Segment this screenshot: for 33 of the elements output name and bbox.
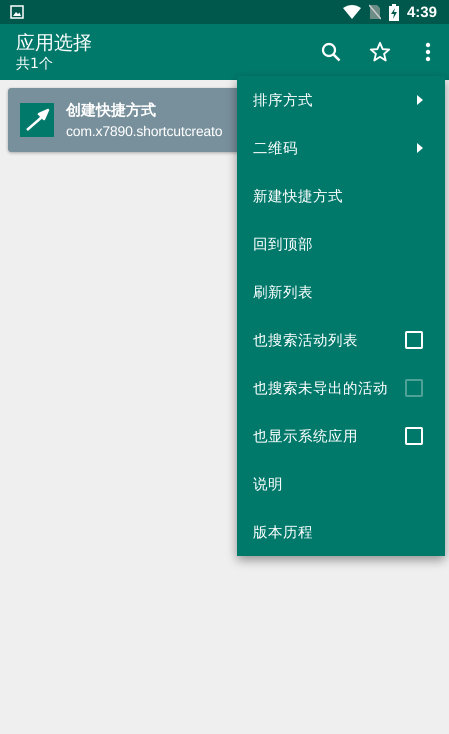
menu-label: 排序方式 [253,92,314,110]
menu-label: 也搜索未导出的活动 [253,380,389,398]
menu-label: 说明 [253,476,284,494]
checkbox[interactable] [405,331,423,349]
menu-item[interactable]: 新建快捷方式 [237,172,445,220]
image-icon [10,5,24,19]
menu-label: 版本历程 [253,524,314,542]
menu-label: 回到顶部 [253,236,314,254]
star-icon[interactable] [369,41,391,63]
menu-label: 也搜索活动列表 [253,332,359,350]
menu-item[interactable]: 回到顶部 [237,220,445,268]
menu-item[interactable]: 刷新列表 [237,268,445,316]
submenu-arrow-icon [417,95,423,105]
menu-label: 刷新列表 [253,284,314,302]
menu-label: 也显示系统应用 [253,428,359,446]
submenu-arrow-icon [417,143,423,153]
more-options-icon[interactable] [425,42,431,62]
search-icon[interactable] [321,42,341,62]
battery-charging-icon [388,4,399,20]
menu-label: 新建快捷方式 [253,188,344,206]
no-sim-icon [368,4,381,20]
menu-item[interactable]: 也搜索活动列表 [237,316,445,364]
toolbar-subtitle: 共1个 [16,55,54,73]
package-name: com.x7890.shortcutcreato [66,122,222,141]
menu-item[interactable]: 版本历程 [237,508,445,556]
arrow-app-icon [20,103,54,137]
checkbox[interactable] [405,427,423,445]
app-name: 创建快捷方式 [66,100,157,121]
menu-item[interactable]: 也显示系统应用 [237,412,445,460]
wifi-icon [342,5,361,19]
toolbar-title: 应用选择 [16,31,93,55]
status-time: 4:39 [406,4,437,20]
menu-item[interactable]: 说明 [237,460,445,508]
